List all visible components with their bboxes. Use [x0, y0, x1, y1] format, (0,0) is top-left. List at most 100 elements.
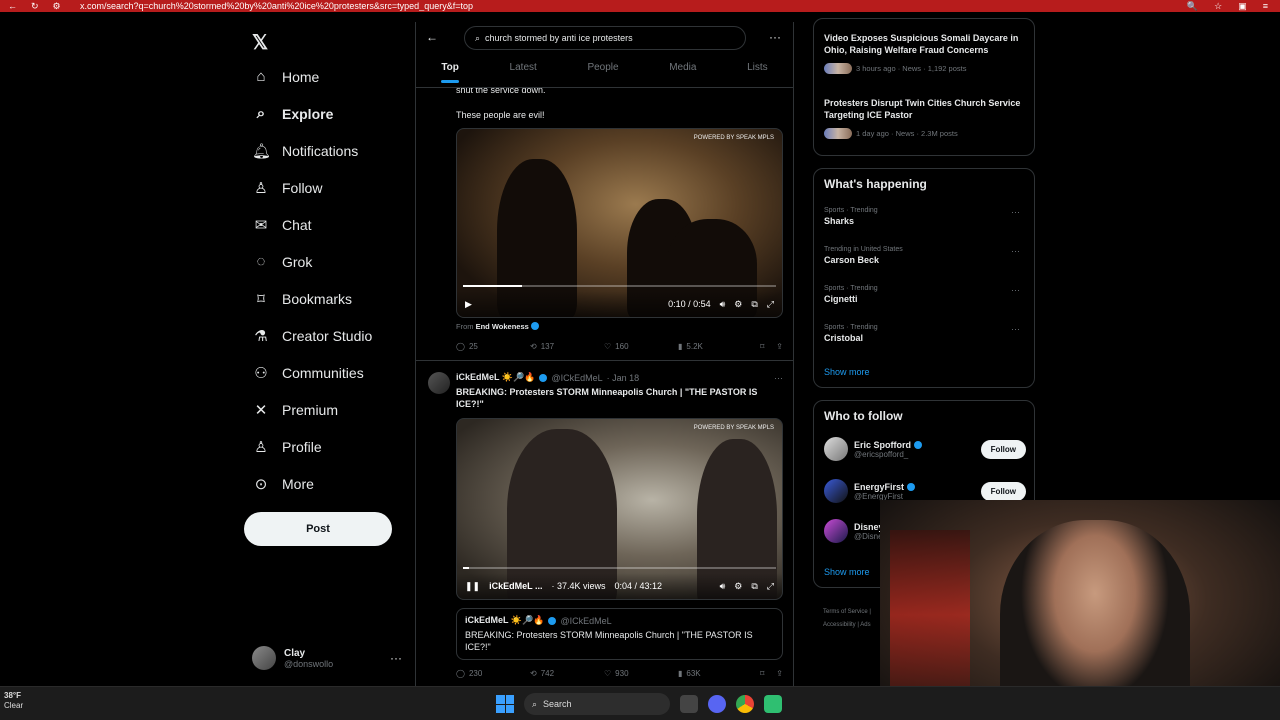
- like-button[interactable]: ♡ 160: [604, 342, 678, 351]
- follow-button[interactable]: Follow: [980, 481, 1026, 501]
- nav-item-grok[interactable]: ◌ Grok: [252, 253, 313, 270]
- accessibility-link[interactable]: Accessibility: [823, 622, 856, 628]
- more-dots-icon[interactable]: ···: [769, 30, 781, 44]
- back-arrow-icon[interactable]: ←: [426, 30, 438, 44]
- volume-icon[interactable]: 🔊︎: [720, 299, 726, 310]
- more-dots-icon[interactable]: ···: [774, 373, 783, 383]
- video-progress-bar[interactable]: [463, 285, 776, 287]
- nav-item-profile[interactable]: ♙ Profile: [252, 438, 321, 456]
- search-input[interactable]: ⌕ church stormed by anti ice protesters: [464, 26, 746, 50]
- reply-button[interactable]: ◯ 230: [456, 669, 530, 678]
- more-dots-icon[interactable]: ···: [1011, 207, 1020, 217]
- repost-icon: ⟲: [530, 669, 537, 678]
- post-button[interactable]: Post: [244, 512, 392, 546]
- more-dots-icon[interactable]: ···: [1011, 324, 1020, 334]
- zoom-icon[interactable]: 🔍: [1187, 1, 1198, 12]
- windows-start-icon[interactable]: [496, 695, 514, 713]
- avatar[interactable]: [428, 372, 450, 394]
- tab-latest[interactable]: Latest: [510, 62, 537, 83]
- repost-count: 137: [540, 342, 555, 351]
- x-logo-icon[interactable]: 𝕏: [252, 30, 268, 55]
- quoted-tweet[interactable]: iCkEdMeL ☀️🔎🔥 @ICkEdMeL BREAKING: Protes…: [456, 608, 783, 660]
- tweet-date[interactable]: · Jan 18: [607, 373, 640, 383]
- weather-widget[interactable]: 38°F Clear: [4, 691, 23, 712]
- task-view-icon[interactable]: [680, 695, 698, 713]
- nav-item-more[interactable]: ⊙ More: [252, 475, 314, 493]
- news-headline[interactable]: Protesters Disrupt Twin Cities Church Se…: [824, 98, 1024, 121]
- terms-link[interactable]: Terms of Service: [823, 609, 868, 615]
- nav-item-bookmarks[interactable]: ⌑ Bookmarks: [252, 290, 352, 308]
- bookmark-icon[interactable]: ⌑: [760, 669, 764, 678]
- more-dots-icon[interactable]: ···: [390, 651, 402, 665]
- repost-button[interactable]: ⟲ 742: [530, 669, 604, 678]
- chrome-icon[interactable]: [736, 695, 754, 713]
- nav-item-home[interactable]: ⌂ Home: [252, 68, 319, 85]
- video-player[interactable]: POWERED BY SPEAK MPLS ❚❚ iCkEdMeL ... · …: [456, 418, 783, 600]
- video-player[interactable]: POWERED BY SPEAK MPLS ▶ 0:10 / 0:54 🔊︎ ⚙…: [456, 128, 783, 318]
- more-dots-icon[interactable]: ···: [1011, 246, 1020, 256]
- settings-icon[interactable]: ⚙: [734, 581, 742, 592]
- like-button[interactable]: ♡ 930: [604, 669, 678, 678]
- show-more-link[interactable]: Show more: [824, 567, 870, 577]
- pip-icon[interactable]: ⧉: [751, 581, 757, 592]
- video-progress-bar[interactable]: [463, 567, 776, 569]
- reply-button[interactable]: ◯ 25: [456, 342, 530, 351]
- reload-icon[interactable]: ↻: [31, 1, 39, 12]
- pip-icon[interactable]: ⧉: [751, 299, 757, 310]
- trend-item[interactable]: Sports · Trending Cignetti ···: [824, 285, 1026, 304]
- author-name[interactable]: iCkEdMeL ☀️🔎🔥: [456, 372, 535, 383]
- bookmark-icon[interactable]: ⌑: [760, 342, 764, 351]
- account-switcher[interactable]: Clay @donswollo ···: [252, 646, 402, 670]
- trend-item[interactable]: Sports · Trending Sharks ···: [824, 207, 1026, 226]
- quote-author-handle: @ICkEdMeL: [560, 615, 612, 626]
- tab-media[interactable]: Media: [669, 62, 696, 83]
- trend-item[interactable]: Sports · Trending Cristobal ···: [824, 324, 1026, 343]
- whats-happening-panel: What's happening Sports · Trending Sharks…: [813, 168, 1035, 388]
- trend-item[interactable]: Trending in United States Carson Beck ···: [824, 246, 1026, 265]
- more-dots-icon[interactable]: ···: [1011, 285, 1020, 295]
- settings-icon[interactable]: ⚙: [734, 299, 742, 310]
- ads-link[interactable]: Ads: [860, 622, 870, 628]
- x-logo-icon: ✕: [254, 402, 268, 419]
- nav-item-chat[interactable]: ✉ Chat: [252, 216, 312, 234]
- author-handle[interactable]: @ICkEdMeL: [551, 373, 602, 383]
- fullscreen-icon[interactable]: ⤢: [767, 581, 774, 592]
- nav-item-premium[interactable]: ✕ Premium: [252, 401, 338, 419]
- views-button[interactable]: ▮ 5.2K: [678, 342, 752, 351]
- avatar-stack: [824, 63, 852, 74]
- pause-icon[interactable]: ❚❚: [465, 581, 480, 592]
- follow-suggestion[interactable]: Eric Spofford @ericspofford_ Follow: [824, 437, 1026, 461]
- share-icon[interactable]: ⇪: [776, 342, 783, 351]
- menu-icon[interactable]: ≡: [1263, 1, 1268, 12]
- views-button[interactable]: ▮ 63K: [678, 669, 752, 678]
- play-icon[interactable]: ▶: [465, 299, 472, 310]
- repost-button[interactable]: ⟲ 137: [530, 342, 604, 351]
- follow-button[interactable]: Follow: [980, 439, 1026, 459]
- back-arrow-icon[interactable]: ←: [8, 1, 17, 12]
- share-icon[interactable]: ⇪: [776, 669, 783, 678]
- star-icon[interactable]: ☆: [1214, 1, 1222, 12]
- tab-top[interactable]: Top: [441, 62, 459, 83]
- from-name[interactable]: End Wokeness: [476, 322, 529, 331]
- taskbar-search[interactable]: ⌕ Search: [524, 693, 670, 715]
- person-icon: ♙: [254, 439, 268, 456]
- nav-item-communities[interactable]: ⚇ Communities: [252, 364, 363, 382]
- news-headline[interactable]: Video Exposes Suspicious Somali Daycare …: [824, 33, 1024, 56]
- address-bar[interactable]: x.com/search?q=church%20stormed%20by%20a…: [80, 1, 1187, 11]
- tab-people[interactable]: People: [587, 62, 618, 83]
- nav-item-follow[interactable]: ♙ Follow: [252, 179, 322, 197]
- volume-icon[interactable]: 🔊︎: [720, 581, 726, 592]
- tweet-actions: ◯ 230 ⟲ 742 ♡ 930 ▮ 63K ⌑ ⇪: [456, 669, 783, 678]
- extensions-icon[interactable]: ▣: [1238, 1, 1247, 12]
- nav-item-creator-studio[interactable]: ⚗ Creator Studio: [252, 327, 372, 345]
- tab-lists[interactable]: Lists: [747, 62, 768, 83]
- nav-label: More: [282, 476, 314, 492]
- nav-item-notifications[interactable]: 🔔︎ Notifications: [252, 142, 358, 160]
- fullscreen-icon[interactable]: ⤢: [767, 299, 774, 310]
- app-icon[interactable]: [764, 695, 782, 713]
- home-icon: ⌂: [256, 68, 266, 85]
- discord-icon[interactable]: [708, 695, 726, 713]
- site-info-icon[interactable]: ⚙: [53, 1, 61, 12]
- nav-item-explore[interactable]: ⌕ Explore: [252, 105, 334, 122]
- show-more-link[interactable]: Show more: [824, 367, 870, 377]
